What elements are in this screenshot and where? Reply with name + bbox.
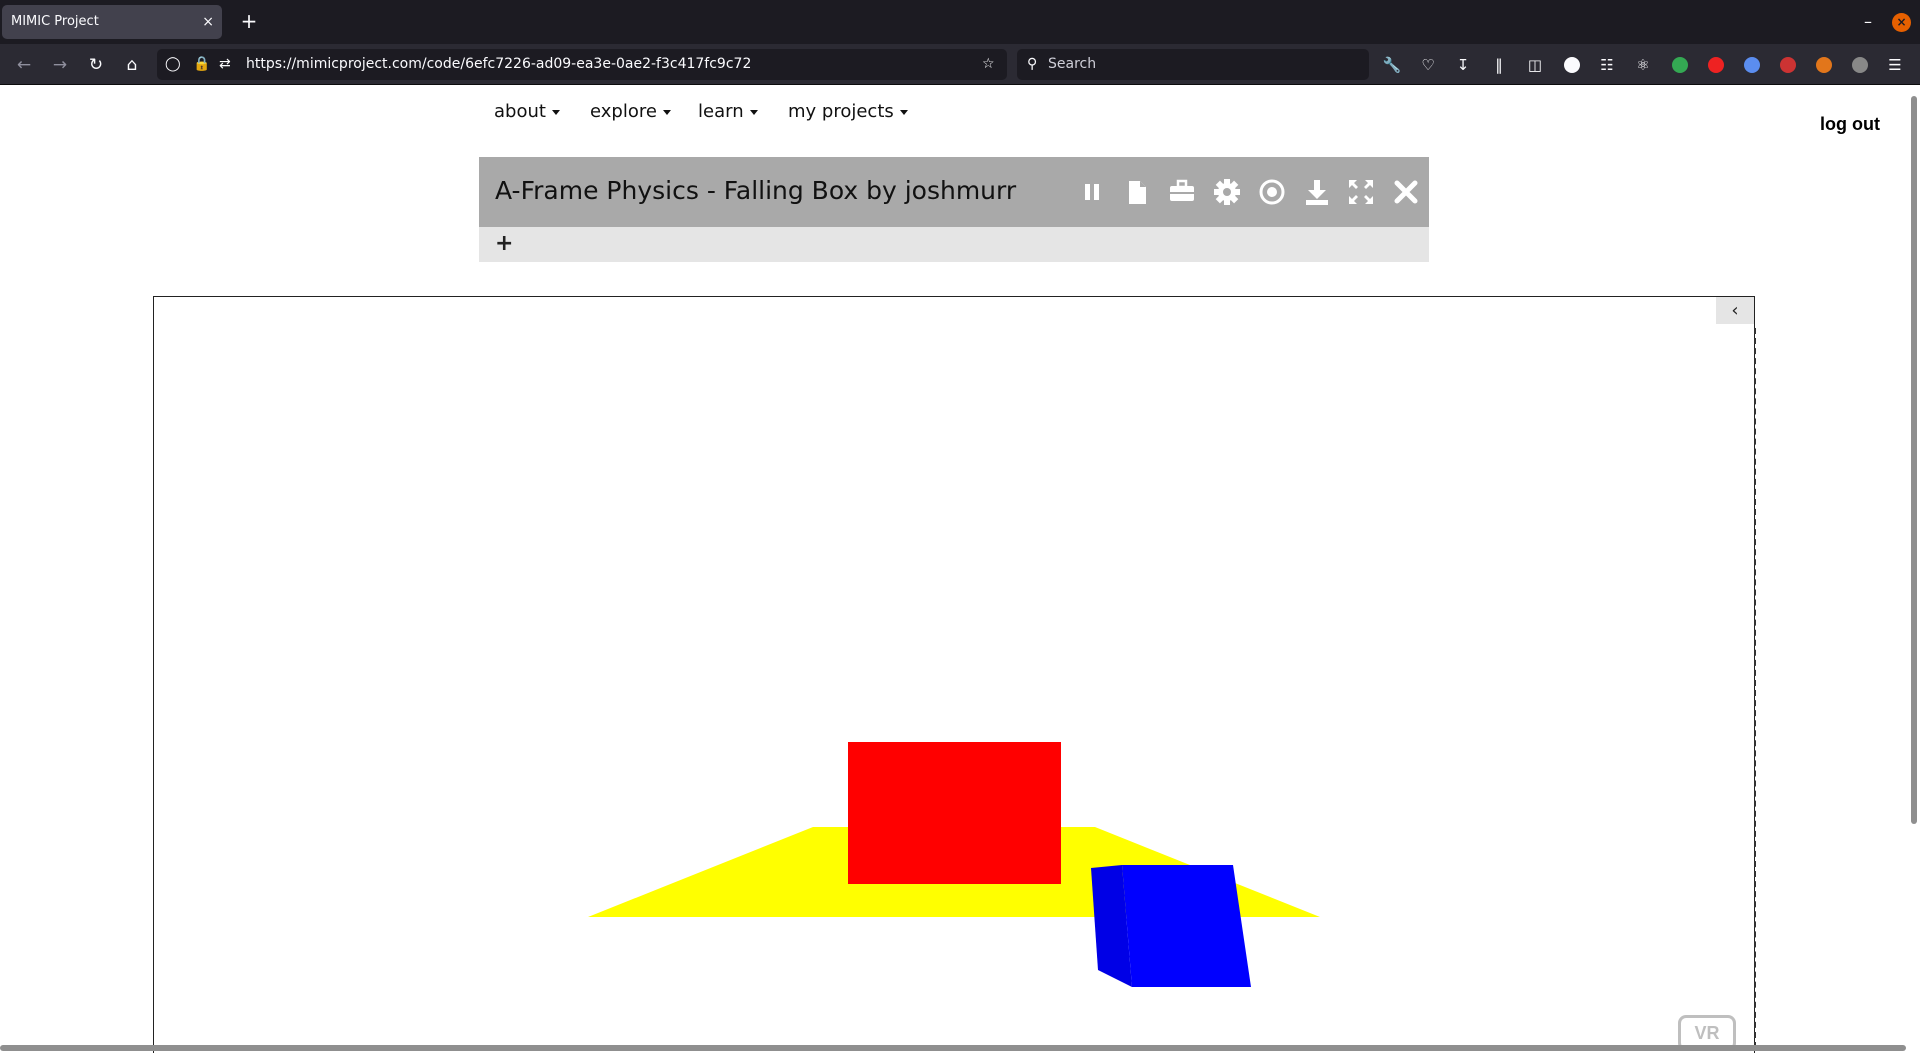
record-icon[interactable] [1255,175,1289,209]
panel-divider[interactable] [1754,328,1756,1048]
extension-bars-icon[interactable]: ☷ [1596,54,1618,76]
project-header: A-Frame Physics - Falling Box by joshmur… [479,157,1429,227]
caret-down-icon [749,109,758,115]
bookmark-star-icon[interactable]: ☆ [982,49,995,80]
menu-icon[interactable]: ☰ [1884,54,1906,76]
nav-learn[interactable]: learn [698,101,758,122]
extension-green-icon[interactable] [1672,57,1688,73]
new-tab-button[interactable]: + [236,8,262,34]
url-text[interactable]: https://mimicproject.com/code/6efc7226-a… [246,49,751,80]
url-bar[interactable]: ◯ 🔒 ⇄ https://mimicproject.com/code/6efc… [157,49,1007,80]
scene-canvas[interactable] [154,297,1754,1053]
window-close-button[interactable]: × [1892,13,1911,32]
fullscreen-icon[interactable] [1344,175,1378,209]
aframe-scene[interactable]: ‹ VR [153,296,1755,1053]
search-icon: ⚲ [1027,56,1038,72]
logout-link[interactable]: log out [1820,114,1880,135]
shield-icon[interactable]: ◯ [165,49,181,80]
gear-icon[interactable] [1210,175,1244,209]
tab-title: MIMIC Project [11,14,99,29]
extension-badge-icon[interactable] [1780,57,1796,73]
browser-titlebar: MIMIC Project × + – × [0,0,1920,44]
collapse-panel-button[interactable]: ‹ [1716,297,1754,324]
document-icon[interactable] [1120,175,1154,209]
lock-icon[interactable]: 🔒 [193,49,210,80]
nav-my-projects[interactable]: my projects [788,101,908,122]
extension-clock-icon[interactable] [1564,57,1580,73]
pause-icon[interactable] [1075,175,1109,209]
red-box [848,742,1061,884]
reload-icon[interactable]: ↻ [82,51,110,79]
blue-box [1122,865,1251,987]
wrench-icon[interactable]: 🔧 [1381,54,1403,76]
briefcase-icon[interactable] [1165,175,1199,209]
nav-about[interactable]: about [494,101,560,122]
browser-tab[interactable]: MIMIC Project × [2,5,222,39]
extension-blue-icon[interactable] [1744,57,1760,73]
download-icon[interactable]: ↧ [1452,54,1474,76]
vertical-scrollbar[interactable] [1911,96,1917,824]
sidebar-icon[interactable]: ◫ [1524,54,1546,76]
project-title: A-Frame Physics - Falling Box by joshmur… [495,176,1017,205]
extension-red-icon[interactable] [1708,57,1724,73]
download-icon[interactable] [1300,175,1334,209]
page-content: about explore learn my projects log out … [0,85,1920,1053]
search-bar[interactable]: ⚲ Search [1017,49,1369,80]
search-placeholder: Search [1048,56,1097,72]
react-devtools-icon[interactable]: ⚛ [1632,54,1654,76]
browser-navbar: ← → ↻ ⌂ ◯ 🔒 ⇄ https://mimicproject.com/c… [0,44,1920,85]
caret-down-icon [662,109,671,115]
add-button[interactable]: + [495,231,513,256]
caret-down-icon [551,109,560,115]
back-arrow-icon[interactable]: ← [10,51,38,79]
library-icon[interactable]: ‖ [1488,54,1510,76]
home-icon[interactable]: ⌂ [118,51,146,79]
nav-explore[interactable]: explore [590,101,671,122]
forward-arrow-icon[interactable]: → [46,51,74,79]
extension-gray-icon[interactable] [1852,57,1868,73]
window-minimize-button[interactable]: – [1858,10,1878,34]
pocket-icon[interactable]: ♡ [1417,54,1439,76]
tab-close-icon[interactable]: × [202,5,214,39]
horizontal-scrollbar[interactable] [0,1045,1906,1051]
caret-down-icon [899,109,908,115]
metamask-icon[interactable] [1816,57,1832,73]
project-subbar: + [479,227,1429,262]
close-icon[interactable] [1389,175,1423,209]
permissions-icon[interactable]: ⇄ [219,49,231,80]
